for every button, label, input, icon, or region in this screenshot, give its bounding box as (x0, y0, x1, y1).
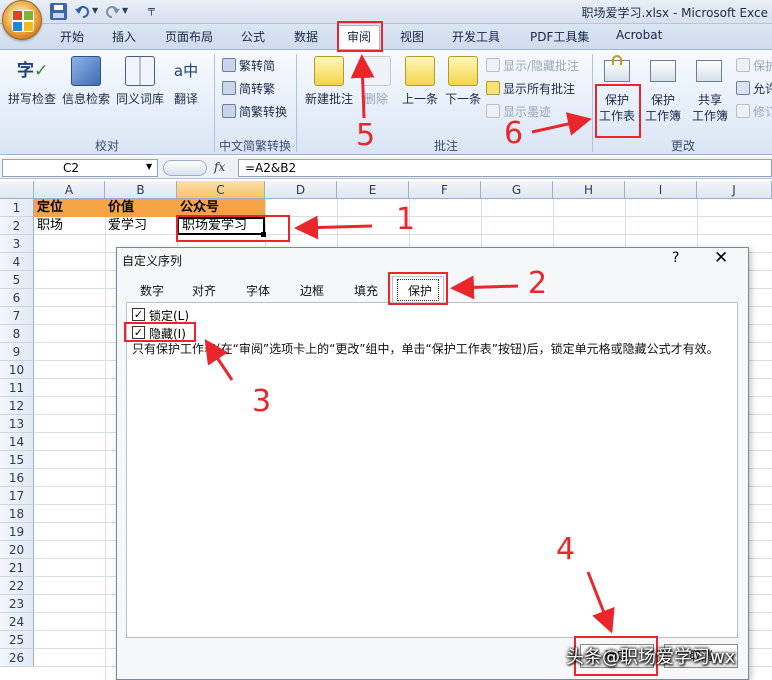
arrow-2 (450, 275, 519, 300)
annotation-arrows (204, 54, 615, 634)
office-logo-icon (12, 10, 34, 32)
watermark: 头条@职场爱学习wx (566, 647, 736, 668)
annotation-number-2: 2 (528, 266, 548, 301)
arrow-4 (586, 571, 615, 634)
annotation-number-1: 1 (396, 202, 416, 237)
annotation-number-5: 5 (356, 118, 376, 153)
annotation-number-6: 6 (504, 116, 524, 151)
arrow-6 (531, 112, 592, 136)
office-button[interactable] (2, 0, 42, 40)
arrow-5 (350, 54, 375, 119)
arrow-1 (294, 215, 373, 240)
arrow-3 (204, 339, 234, 381)
annotation-number-3: 3 (252, 384, 272, 419)
annotation-number-4: 4 (556, 532, 576, 567)
